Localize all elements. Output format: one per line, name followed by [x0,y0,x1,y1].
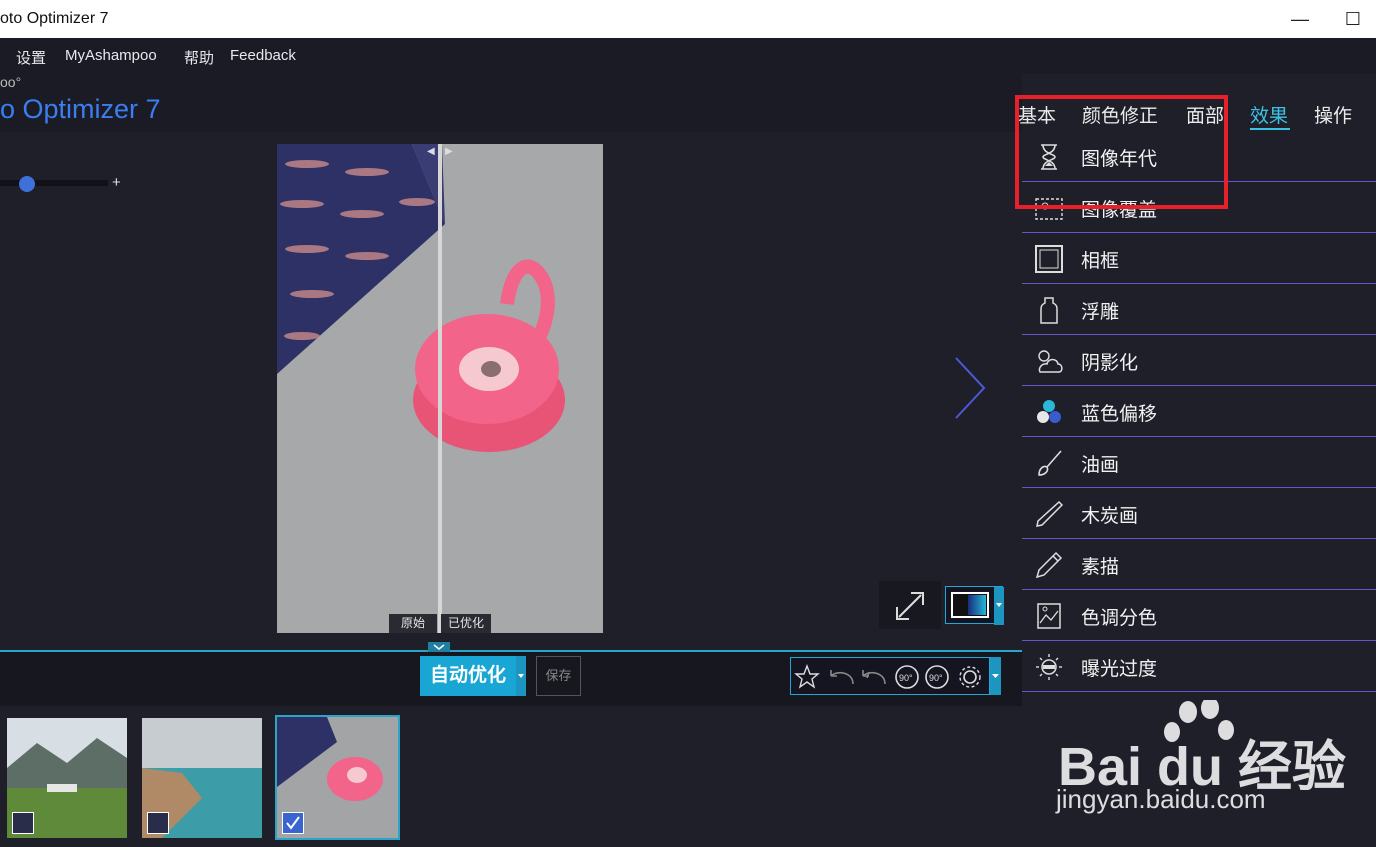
menu-feedback[interactable]: Feedback [230,47,296,64]
auto-optimize-dropdown[interactable] [516,656,526,696]
effect-blue-shift[interactable]: 蓝色偏移 [1022,386,1376,437]
thumbnail-checkbox[interactable] [12,812,34,834]
shadow-cloud-icon [1038,350,1063,373]
frame-icon [1035,245,1063,273]
effect-label: 阴影化 [1081,353,1139,374]
effect-label: 相框 [1081,251,1120,272]
rotate-left-icon[interactable]: 90° [895,665,919,689]
active-tab-indicator [1250,128,1290,130]
menu-myashampoo[interactable]: MyAshampoo [65,47,157,64]
effect-charcoal[interactable]: 木炭画 [1022,488,1376,539]
effect-emboss[interactable]: 浮雕 [1022,284,1376,335]
effect-label: 曝光过度 [1081,659,1158,680]
thumbnail-checkbox-checked[interactable] [282,812,304,834]
menu-settings[interactable]: 设置 [16,47,46,68]
annotation-highlight-box [1015,95,1228,209]
app-logo-text: o Optimizer 7 [0,94,161,124]
overexposure-icon [1036,654,1062,680]
zoom-slider-knob[interactable] [19,176,35,192]
photo-image [277,144,603,633]
save-button[interactable]: 保存 [536,656,581,696]
undo-all-icon[interactable] [862,670,886,685]
favorites-icon[interactable] [794,664,820,689]
effect-label: 木炭画 [1081,506,1139,527]
undo-icon[interactable] [830,670,854,685]
svg-text:90°: 90° [899,673,913,683]
expand-icon [896,592,924,620]
compare-view-button[interactable] [945,586,1004,625]
menu-help[interactable]: 帮助 [184,47,214,68]
window-title: oto Optimizer 7 [0,10,109,27]
effect-label: 浮雕 [1081,302,1120,323]
pencil-icon [1035,551,1063,579]
posterize-icon [1037,603,1061,629]
thumbnail-landscape[interactable] [7,718,127,838]
divider-left-handle[interactable]: ◀ [427,146,437,160]
collapse-chevron-icon[interactable] [428,642,450,652]
menu-bar: 设置 MyAshampoo 帮助 Feedback [0,38,1376,74]
brand-small: oo° [0,74,22,90]
maximize-button[interactable]: ☐ [1340,6,1366,32]
brush-icon [1038,450,1062,476]
emboss-icon [1040,297,1058,324]
toolbox-dropdown[interactable] [990,657,1001,695]
thumbnail-ribbon-selected[interactable] [275,715,400,840]
edit-toolbox: 90° 90° [790,657,990,695]
tab-actions[interactable]: 操作 [1314,101,1352,128]
auto-optimize-button[interactable]: 自动优化 [420,656,516,696]
checkmark-icon [286,816,300,830]
effect-shadow[interactable]: 阴影化 [1022,335,1376,386]
zoom-slider-track[interactable] [0,180,108,186]
dropdown-arrow-icon [992,674,999,678]
label-original: 原始 [389,614,437,633]
next-image-icon[interactable] [950,356,990,420]
thumbnail-checkbox[interactable] [147,812,169,834]
effect-oil-painting[interactable]: 油画 [1022,437,1376,488]
rotate-right-icon[interactable]: 90° [925,665,949,689]
photo-preview[interactable] [277,144,603,633]
effect-overexposure[interactable]: 曝光过度 [1022,641,1376,692]
charcoal-icon [1036,500,1064,527]
dropdown-arrow-icon [518,674,524,678]
effect-label: 色调分色 [1081,608,1158,629]
effect-frame[interactable]: 相框 [1022,233,1376,284]
effect-label: 蓝色偏移 [1081,404,1158,425]
title-bar: oto Optimizer 7 — ☐ [0,0,1376,38]
split-view-icon [951,587,1004,625]
minimize-button[interactable]: — [1287,6,1313,32]
effect-sketch[interactable]: 素描 [1022,539,1376,590]
tab-effects[interactable]: 效果 [1250,101,1288,128]
label-optimized: 已优化 [441,614,491,633]
watermark-url: jingyan.baidu.com [1056,784,1266,814]
divider-right-handle[interactable]: ▶ [445,146,455,160]
effect-posterize[interactable]: 色调分色 [1022,590,1376,641]
effect-label: 油画 [1081,455,1120,476]
zoom-in-icon[interactable]: + [112,174,121,191]
blue-shift-icon [1037,400,1061,423]
svg-text:90°: 90° [929,673,943,683]
thumbnail-coast[interactable] [142,718,262,838]
effect-label: 素描 [1081,557,1120,578]
settings-gear-icon[interactable] [959,666,981,688]
fullscreen-button[interactable] [879,581,941,629]
